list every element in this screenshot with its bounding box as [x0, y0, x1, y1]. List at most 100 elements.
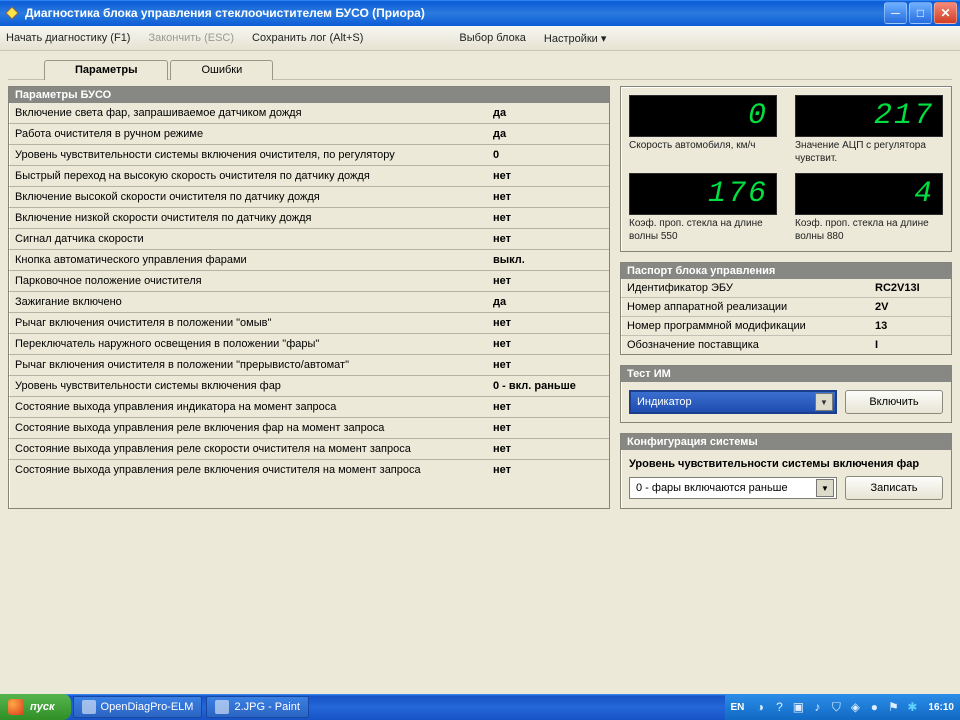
toolbar: Начать диагностику (F1) Закончить (ESC) …: [0, 26, 960, 51]
system-tray: EN ◑ ? ▣ ♪ ⛉ ◈ ● ⚑ ✱ 16:10: [725, 694, 960, 720]
param-row[interactable]: Рычаг включения очистителя в положении "…: [9, 313, 609, 334]
gauge-display: 176: [629, 173, 777, 215]
test-im-select[interactable]: Индикатор ▼: [629, 390, 837, 414]
taskbar: пуск OpenDiagPro-ELM2.JPG - Paint EN ◑ ?…: [0, 694, 960, 720]
gauges-panel: 0Скорость автомобиля, км/ч 217 Значение АЦ…: [620, 86, 952, 252]
app-icon: [215, 700, 229, 714]
app-icon: [82, 700, 96, 714]
test-im-enable-button[interactable]: Включить: [845, 390, 943, 414]
param-label: Переключатель наружного освещения в поло…: [9, 334, 487, 354]
param-value: нет: [487, 397, 609, 417]
tray-icon[interactable]: ◑: [753, 700, 767, 714]
param-row[interactable]: Работа очистителя в ручном режимеда: [9, 124, 609, 145]
tabs: Параметры Ошибки: [44, 59, 952, 79]
param-row[interactable]: Уровень чувствительности системы включен…: [9, 145, 609, 166]
toolbar-select-block[interactable]: Выбор блока: [459, 32, 525, 44]
tab-errors[interactable]: Ошибки: [170, 60, 273, 80]
param-row[interactable]: Включение высокой скорости очистителя по…: [9, 187, 609, 208]
param-value: нет: [487, 271, 609, 291]
app-icon: [4, 5, 20, 21]
close-button[interactable]: ✕: [934, 2, 957, 24]
passport-panel: Паспорт блока управления Идентификатор Э…: [620, 262, 952, 355]
toolbar-start-diag[interactable]: Начать диагностику (F1): [6, 32, 130, 44]
param-value: нет: [487, 439, 609, 459]
param-row[interactable]: Состояние выхода управления индикатора н…: [9, 397, 609, 418]
param-row[interactable]: Включение света фар, запрашиваемое датчи…: [9, 103, 609, 124]
param-label: Состояние выхода управления индикатора н…: [9, 397, 487, 417]
minimize-button[interactable]: ─: [884, 2, 907, 24]
toolbar-settings[interactable]: Настройки ▾: [544, 32, 607, 45]
param-row[interactable]: Парковочное положение очистителянет: [9, 271, 609, 292]
tray-icon[interactable]: ●: [867, 700, 881, 714]
gauge-label: Значение АЦП с регулятора чувствит.: [795, 140, 943, 165]
param-value: нет: [487, 229, 609, 249]
tray-icon[interactable]: ▣: [791, 700, 805, 714]
toolbar-save-log[interactable]: Сохранить лог (Alt+S): [252, 32, 363, 44]
param-value: да: [487, 124, 609, 144]
passport-header: Паспорт блока управления: [621, 263, 951, 279]
taskbar-item[interactable]: OpenDiagPro-ELM: [73, 696, 203, 718]
param-label: Уровень чувствительности системы включен…: [9, 376, 487, 396]
param-label: Быстрый переход на высокую скорость очис…: [9, 166, 487, 186]
param-label: Включение низкой скорости очистителя по …: [9, 208, 487, 228]
config-select[interactable]: 0 - фары включаются раньше ▼: [629, 477, 837, 499]
config-write-button[interactable]: Записать: [845, 476, 943, 500]
param-row[interactable]: Включение низкой скорости очистителя по …: [9, 208, 609, 229]
param-row[interactable]: Рычаг включения очистителя в положении "…: [9, 355, 609, 376]
window-titlebar: Диагностика блока управления стеклоочист…: [0, 0, 960, 26]
taskbar-item[interactable]: 2.JPG - Paint: [206, 696, 308, 718]
passport-value: 2V: [875, 301, 945, 313]
passport-row: Номер аппаратной реализации2V: [621, 298, 951, 317]
param-label: Сигнал датчика скорости: [9, 229, 487, 249]
config-panel: Конфигурация системы Уровень чувствитель…: [620, 433, 952, 509]
param-label: Работа очистителя в ручном режиме: [9, 124, 487, 144]
chevron-down-icon: ▼: [816, 479, 834, 497]
tray-icon[interactable]: ⚑: [886, 700, 900, 714]
tray-icon[interactable]: ⛉: [829, 700, 843, 714]
param-row[interactable]: Состояние выхода управления реле включен…: [9, 460, 609, 480]
param-label: Уровень чувствительности системы включен…: [9, 145, 487, 165]
param-label: Зажигание включено: [9, 292, 487, 312]
param-value: выкл.: [487, 250, 609, 270]
param-label: Включение света фар, запрашиваемое датчи…: [9, 103, 487, 123]
param-row[interactable]: Состояние выхода управления реле включен…: [9, 418, 609, 439]
test-im-panel: Тест ИМ Индикатор ▼ Включить: [620, 365, 952, 423]
param-row[interactable]: Зажигание включенода: [9, 292, 609, 313]
param-row[interactable]: Сигнал датчика скоростинет: [9, 229, 609, 250]
param-value: нет: [487, 166, 609, 186]
param-row[interactable]: Быстрый переход на высокую скорость очис…: [9, 166, 609, 187]
param-label: Парковочное положение очистителя: [9, 271, 487, 291]
param-row[interactable]: Кнопка автоматического управления фарами…: [9, 250, 609, 271]
gauge-label: Скорость автомобиля, км/ч: [629, 140, 777, 153]
tray-icon[interactable]: ◈: [848, 700, 862, 714]
chevron-down-icon: ▼: [815, 393, 833, 411]
maximize-button[interactable]: □: [909, 2, 932, 24]
param-label: Включение высокой скорости очистителя по…: [9, 187, 487, 207]
tray-icon[interactable]: ✱: [905, 700, 919, 714]
gauge: 217 Значение АЦП с регулятора чувствит.: [795, 95, 943, 165]
window-title: Диагностика блока управления стеклоочист…: [25, 6, 425, 20]
gauge: 0Скорость автомобиля, км/ч: [629, 95, 777, 165]
param-value: нет: [487, 460, 609, 480]
param-value: да: [487, 292, 609, 312]
taskbar-clock: 16:10: [928, 702, 954, 713]
tray-icon[interactable]: ?: [772, 700, 786, 714]
start-button[interactable]: пуск: [0, 694, 71, 720]
tab-params[interactable]: Параметры: [44, 60, 168, 80]
passport-key: Идентификатор ЭБУ: [627, 282, 875, 294]
param-value: нет: [487, 355, 609, 375]
gauge-display: 217: [795, 95, 943, 137]
language-indicator[interactable]: EN: [731, 702, 745, 713]
passport-key: Номер аппаратной реализации: [627, 301, 875, 313]
passport-value: 13: [875, 320, 945, 332]
passport-key: Номер программной модификации: [627, 320, 875, 332]
tray-icon[interactable]: ♪: [810, 700, 824, 714]
param-value: нет: [487, 418, 609, 438]
passport-row: Обозначение поставщикаI: [621, 336, 951, 354]
gauge: 176Коэф. проп. стекла на длине волны 550: [629, 173, 777, 243]
param-row[interactable]: Уровень чувствительности системы включен…: [9, 376, 609, 397]
param-row[interactable]: Переключатель наружного освещения в поло…: [9, 334, 609, 355]
passport-value: RC2V13I: [875, 282, 945, 294]
param-row[interactable]: Состояние выхода управления реле скорост…: [9, 439, 609, 460]
gauge-label: Коэф. проп. стекла на длине волны 880: [795, 218, 943, 243]
